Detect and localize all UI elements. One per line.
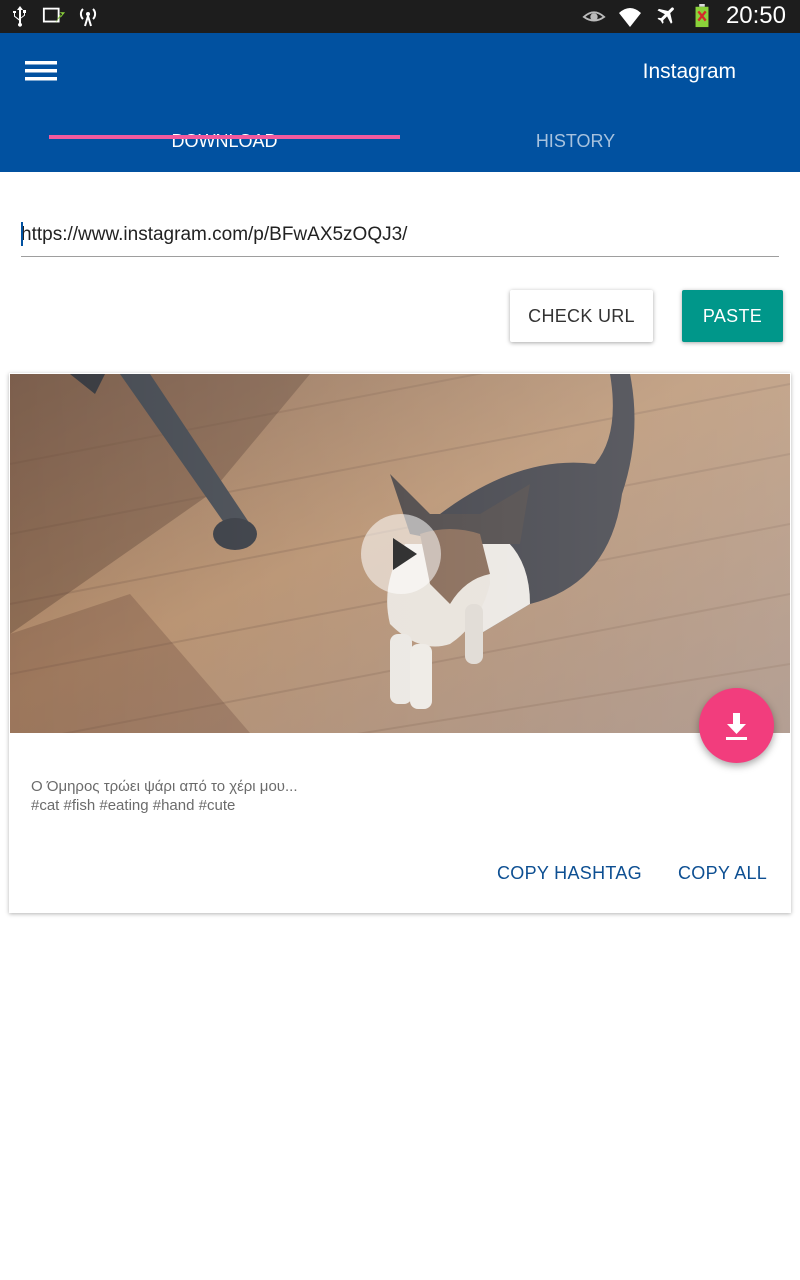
check-url-button[interactable]: CHECK URL xyxy=(510,290,653,342)
paste-button[interactable]: PASTE xyxy=(682,290,783,342)
text-cursor xyxy=(21,222,23,246)
status-left-icons xyxy=(8,4,100,28)
app-bar: Instagram DOWNLOAD HISTORY xyxy=(0,33,800,172)
caption-text: Ο Όμηρος τρώει ψάρι από το χέρι μου... xyxy=(31,778,298,795)
post-caption: Ο Όμηρος τρώει ψάρι από το χέρι μου... #… xyxy=(31,777,298,815)
menu-button[interactable] xyxy=(18,51,64,91)
caption-hashtags: #cat #fish #eating #hand #cute xyxy=(31,797,236,814)
post-card: Ο Όμηρος τρώει ψάρι από το χέρι μου... #… xyxy=(9,373,791,913)
copy-hashtag-button[interactable]: COPY HASHTAG xyxy=(497,863,642,884)
tab-download[interactable]: DOWNLOAD xyxy=(49,121,400,172)
screen-mirror-icon xyxy=(42,7,66,24)
battery-icon xyxy=(695,4,709,28)
tab-history[interactable]: HISTORY xyxy=(400,121,751,172)
download-icon xyxy=(726,713,747,740)
hamburger-menu-icon xyxy=(25,61,57,81)
play-icon[interactable] xyxy=(361,514,441,594)
download-button[interactable] xyxy=(699,688,774,763)
copy-all-button[interactable]: COPY ALL xyxy=(678,863,767,884)
status-time: 20:50 xyxy=(725,2,786,29)
tab-bar: DOWNLOAD HISTORY xyxy=(49,121,751,172)
status-bar: 20:50 xyxy=(0,0,800,33)
url-input[interactable] xyxy=(21,214,779,257)
signal-broadcast-icon xyxy=(79,8,97,27)
wifi-icon xyxy=(618,8,641,27)
app-title: Instagram xyxy=(642,60,736,83)
tab-indicator xyxy=(49,135,400,139)
video-thumbnail[interactable] xyxy=(10,374,790,733)
usb-icon xyxy=(13,6,26,27)
airplane-icon xyxy=(657,7,674,24)
status-right-icons: 20:50 xyxy=(582,2,786,30)
eye-icon xyxy=(582,11,606,22)
